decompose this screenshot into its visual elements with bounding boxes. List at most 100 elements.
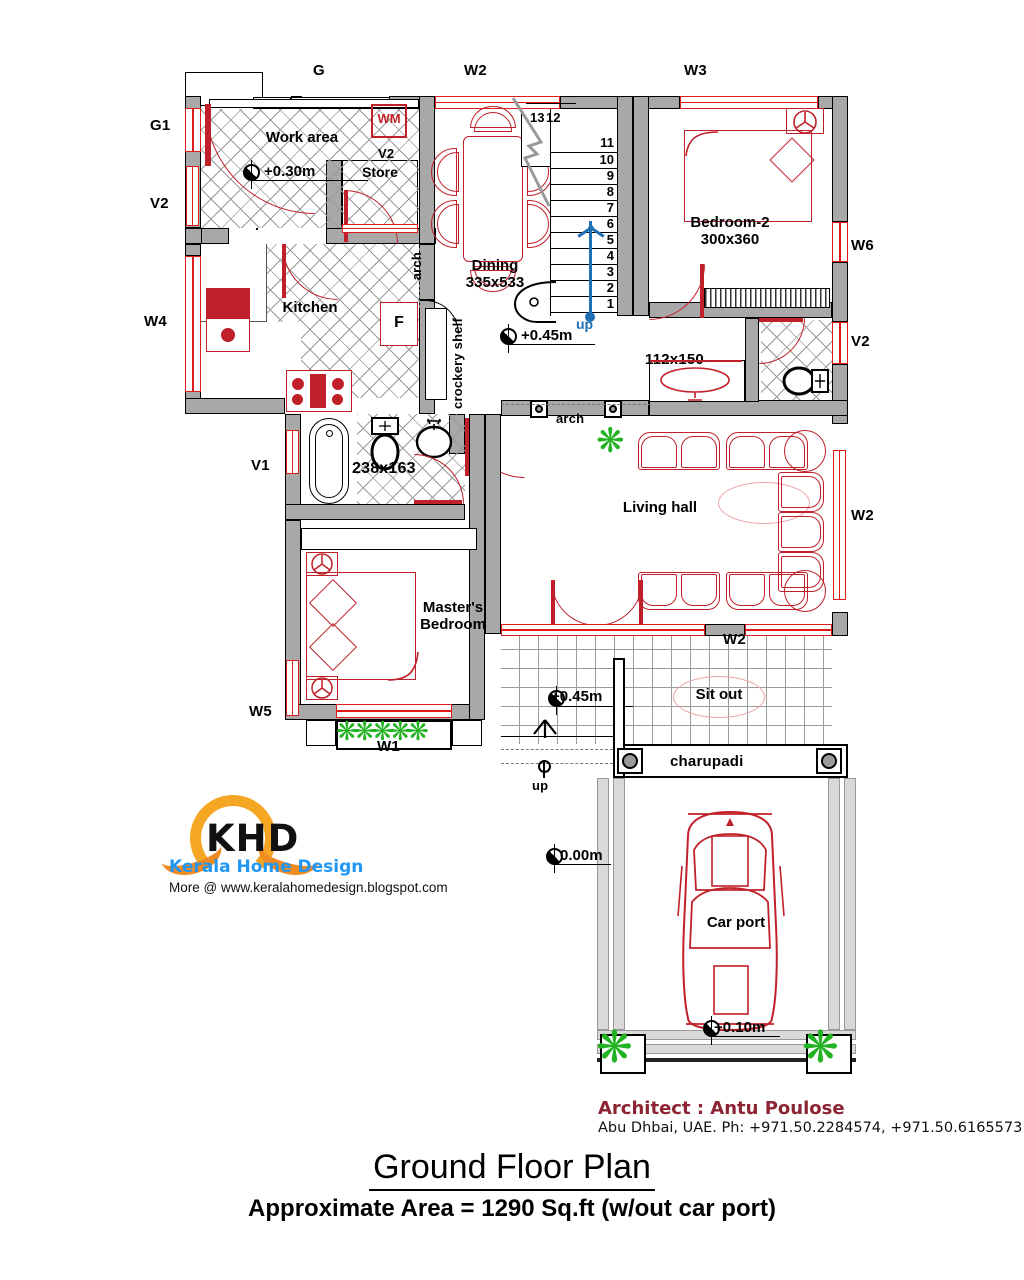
- bed-fold-master-icon: [387, 651, 419, 681]
- window-W4: [185, 256, 201, 392]
- bath-main-dim: 238x163: [352, 460, 416, 477]
- window-W2-living-b: [745, 624, 832, 636]
- room-label-store: Store: [362, 164, 398, 180]
- column-charupadi-right[interactable]: [816, 748, 842, 774]
- bed-fold-bedroom2-icon: [685, 131, 719, 157]
- wall-stair-right: [617, 96, 633, 316]
- window-label-W2-sitout: W2: [723, 631, 746, 648]
- kitchen-drain-hole: [221, 328, 235, 342]
- level-line-work-area: [252, 180, 368, 181]
- burner-2: [332, 378, 344, 390]
- opening-label-W5: W5: [249, 703, 272, 720]
- wardrobe-bedroom2: [704, 288, 830, 308]
- level-value-dining: +0.45m: [521, 327, 573, 344]
- washbasin-counter: [650, 360, 742, 362]
- level-value-car-port: +0.10m: [714, 1019, 766, 1036]
- logo-monogram: KHD: [206, 817, 300, 860]
- stair-num-2: 2: [606, 280, 614, 295]
- column-arch-right[interactable]: [604, 400, 622, 418]
- bathtub-drain: [326, 430, 333, 437]
- door-leaf-bedroom2: [700, 264, 704, 318]
- wall-right-2: [832, 262, 848, 322]
- wall-bath-small-bottom: [649, 400, 848, 416]
- level-line-car-port: [712, 1036, 780, 1037]
- planter-end-right: [452, 720, 482, 746]
- washing-machine-label: WM: [377, 111, 401, 126]
- stair-num-3: 3: [606, 264, 614, 279]
- drawing-title: Ground Floor Plan: [369, 1148, 655, 1191]
- opening-label-W2-right: W2: [851, 507, 874, 524]
- room-label-kitchen: Kitchen: [282, 299, 338, 316]
- planter-end-left: [306, 720, 336, 746]
- fan-icon-bedroom2: [793, 110, 817, 134]
- level-value-ground: 0.00m: [560, 847, 603, 864]
- room-label-living-hall: Living hall: [622, 499, 698, 516]
- sit-out-step-2: [501, 750, 613, 764]
- lamp-icon-master-2: [311, 677, 333, 699]
- fridge-label: F: [394, 314, 404, 331]
- room-label-sit-out: Sit out: [695, 686, 743, 703]
- stair-num-11: 11: [600, 135, 614, 150]
- window-V2-store: [342, 224, 418, 233]
- stair-up-line: [589, 221, 592, 316]
- carport-beam-right-1: [828, 778, 840, 1030]
- door-leaf-entry: [205, 104, 211, 166]
- stair-num-4: 4: [606, 248, 614, 263]
- carport-beam-right-2: [844, 778, 856, 1030]
- column-charupadi-left[interactable]: [617, 748, 643, 774]
- architect-name: Architect : Antu Poulose: [598, 1098, 845, 1119]
- architect-contact: Abu Dhbai, UAE. Ph: +971.50.2284574, +97…: [598, 1120, 1023, 1136]
- stair-num-6: 6: [606, 216, 614, 231]
- carport-beam-left-1: [597, 778, 609, 1030]
- stair-num-7: 7: [606, 200, 614, 215]
- level-line-dining: [509, 344, 595, 345]
- burner-4: [332, 394, 343, 405]
- sofa-right-2-cushion: [781, 516, 821, 548]
- sofa-bottom-1-cushion-b: [681, 574, 717, 606]
- stair-num-1: 1: [606, 296, 614, 311]
- stair-bottom-curve-icon: [513, 281, 557, 323]
- stair-handrail-icon: [511, 97, 551, 207]
- sit-out-up-label: up: [532, 778, 549, 793]
- level-value-work-area: +0.30m: [264, 163, 316, 180]
- plant-icon-living: ❋: [596, 422, 625, 460]
- washbasin-icon: [660, 367, 730, 401]
- level-value-sit-out: +0.45m: [551, 688, 603, 705]
- door-leaf-kitchen: [282, 244, 286, 298]
- opening-label-W6: W6: [851, 237, 874, 254]
- opening-label-W4: W4: [144, 313, 167, 330]
- stair-up-label: up: [576, 316, 594, 332]
- wall-bottom-kitchen: [185, 398, 285, 414]
- burner-3: [292, 394, 303, 405]
- wall-bath-bottom: [285, 504, 465, 520]
- toilet-icon: [782, 366, 829, 396]
- window-V1: [286, 430, 299, 474]
- charupadi-label: charupadi: [670, 753, 744, 770]
- window-W2-right: [833, 450, 846, 600]
- kitchen-sink-basin: [206, 288, 250, 318]
- drawing-subtitle: Approximate Area = 1290 Sq.ft (w/out car…: [248, 1195, 776, 1222]
- wardrobe-master: [301, 528, 477, 550]
- door-swing-sitout-b: [597, 580, 643, 626]
- stair-num-10: 10: [599, 152, 614, 167]
- opening-label-W1: W1: [377, 738, 400, 755]
- wall-inner-utility: [201, 228, 229, 244]
- corner-seat-bottom: [784, 570, 826, 612]
- column-arch-left[interactable]: [530, 400, 548, 418]
- window-V2-right: [832, 322, 848, 364]
- stair-step-1: [550, 312, 617, 313]
- wall-seg10: [300, 96, 302, 98]
- sofa-top-1-cushion-b: [681, 436, 717, 468]
- window-W5: [286, 660, 299, 716]
- pad: [256, 228, 258, 230]
- carport-beam-left-2: [613, 778, 625, 1030]
- wall-living-left: [485, 414, 501, 634]
- opening-label-G1: G1: [150, 117, 171, 134]
- opening-label-V2-interior: V2: [378, 146, 395, 161]
- opening-label-G: G: [313, 62, 325, 79]
- room-label-bedroom2: Bedroom-2: [690, 214, 770, 231]
- wall-bath-divider: [745, 318, 759, 402]
- opening-label-V1: V1: [251, 457, 270, 474]
- logo-name: Kerala Home Design: [169, 857, 364, 877]
- logo-url[interactable]: More @ www.keralahomedesign.blogspot.com: [169, 880, 448, 895]
